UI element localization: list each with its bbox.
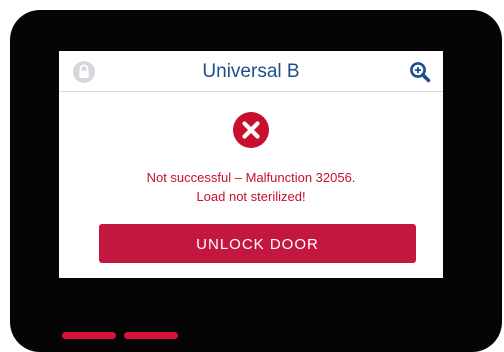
status-indicator-2 [124, 332, 178, 339]
error-message: Not successful – Malfunction 32056. Load… [69, 168, 433, 206]
error-message-line-1: Not successful – Malfunction 32056. [146, 170, 356, 185]
error-icon [232, 111, 270, 149]
lock-icon[interactable] [72, 60, 96, 84]
search-icon[interactable] [409, 61, 431, 83]
header-bar: Universal B [59, 51, 443, 92]
page-title: Universal B [202, 61, 300, 82]
error-message-line-2: Load not sterilized! [196, 189, 306, 204]
status-indicator-1 [62, 332, 116, 339]
unlock-door-button[interactable]: UNLOCK DOOR [99, 224, 416, 263]
touch-screen: Universal B Not successful – Malfunction… [59, 51, 443, 278]
